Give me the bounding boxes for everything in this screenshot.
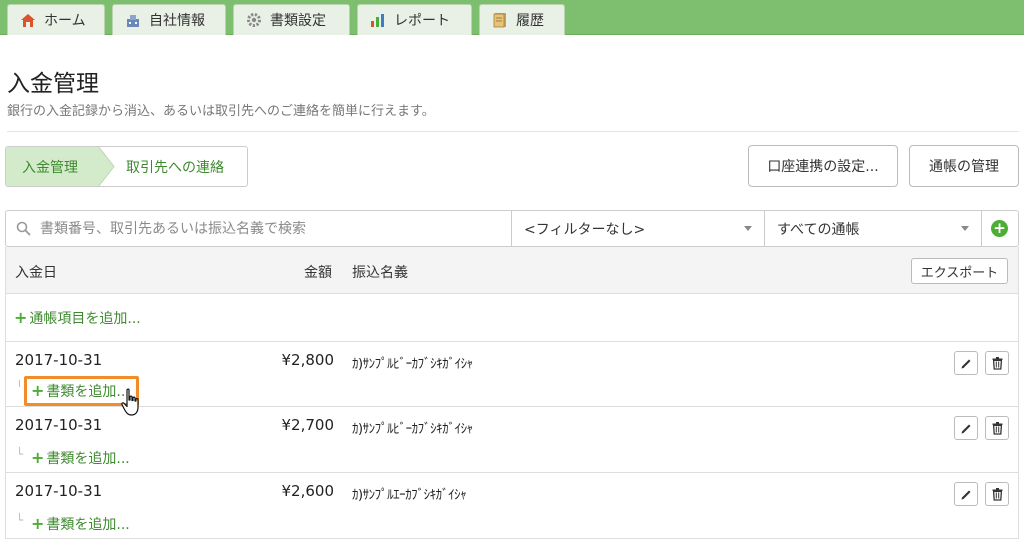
tab-home-label: ホーム [44, 13, 86, 29]
step-arrow-icon [98, 147, 115, 186]
chevron-down-icon [744, 226, 752, 231]
tab-reports[interactable]: レポート [357, 4, 472, 35]
table-header: 入金日 金額 振込名義 エクスポート [5, 247, 1019, 294]
add-entry-row: + 通帳項目を追加... [5, 294, 1019, 342]
step-contact-clients[interactable]: 取引先への連絡 [126, 157, 224, 177]
edit-button[interactable] [954, 416, 978, 440]
passbook-select[interactable]: すべての通帳 [765, 211, 982, 246]
add-document-label: 書類を追加... [46, 451, 130, 467]
tree-connector: └ [16, 513, 24, 527]
trash-icon [992, 422, 1002, 435]
passbook-select-value: すべての通帳 [777, 221, 860, 238]
row-date: 2017-10-31 [15, 416, 103, 434]
add-document-link[interactable]: + 書類を追加... [31, 514, 130, 534]
tab-document-settings[interactable]: 書類設定 [233, 4, 350, 35]
add-passbook-entry-label: 通帳項目を追加... [29, 311, 141, 327]
tab-history[interactable]: 履歴 [479, 4, 565, 35]
gear-icon [246, 12, 262, 28]
column-date: 入金日 [15, 265, 57, 281]
account-link-settings-button[interactable]: 口座連携の設定... [748, 145, 898, 187]
delete-button[interactable] [985, 351, 1009, 375]
table-row: 2017-10-31 ¥2,800 ｶ)ｻﾝﾌﾟﾙﾋﾞｰｶﾌﾞｼｷｶﾞｲｼｬ ╵… [5, 342, 1019, 407]
add-document-link[interactable]: + 書類を追加... [31, 448, 130, 468]
company-icon [125, 12, 141, 28]
tab-company[interactable]: 自社情報 [112, 4, 226, 35]
row-amount: ¥2,800 [281, 351, 335, 369]
edit-button[interactable] [954, 482, 978, 506]
divider [7, 131, 1019, 132]
add-circle-icon[interactable]: + [991, 220, 1008, 237]
table-row: 2017-10-31 ¥2,700 ｶ)ｻﾝﾌﾟﾙﾋﾞｰｶﾌﾞｼｷｶﾞｲｼｬ └… [5, 407, 1019, 473]
row-payer: ｶ)ｻﾝﾌﾟﾙｴｰｶﾌﾞｼｷｶﾞｲｼｬ [352, 488, 467, 503]
export-button[interactable]: エクスポート [911, 258, 1008, 284]
row-amount: ¥2,700 [281, 416, 335, 434]
home-icon [20, 12, 36, 28]
passbook-management-button[interactable]: 通帳の管理 [909, 145, 1019, 187]
step-payment-management[interactable]: 入金管理 [22, 157, 78, 177]
pencil-icon [961, 424, 970, 433]
plus-icon: + [14, 308, 28, 327]
chart-icon [370, 12, 386, 28]
chevron-down-icon [961, 226, 969, 231]
history-icon [492, 12, 508, 28]
table-row: 2017-10-31 ¥2,600 ｶ)ｻﾝﾌﾟﾙｴｰｶﾌﾞｼｷｶﾞｲｼｬ └ … [5, 473, 1019, 539]
filter-bar: <フィルターなし> すべての通帳 + [5, 210, 1019, 247]
trash-icon [992, 488, 1002, 501]
pencil-icon [961, 359, 970, 368]
tab-company-label: 自社情報 [149, 13, 205, 29]
row-date: 2017-10-31 [15, 351, 103, 369]
tab-home[interactable]: ホーム [7, 4, 105, 35]
plus-icon: + [31, 514, 45, 533]
page-subtitle: 銀行の入金記録から消込、あるいは取引先へのご連絡を簡単に行えます。 [7, 104, 435, 119]
tab-history-label: 履歴 [516, 13, 544, 29]
tree-connector: ╵ [16, 380, 24, 394]
hand-cursor-icon [121, 388, 139, 416]
add-document-label: 書類を追加... [46, 517, 130, 533]
plus-icon: + [31, 448, 45, 467]
row-date: 2017-10-31 [15, 482, 103, 500]
step-nav: 入金管理 取引先への連絡 [5, 146, 248, 187]
search-input[interactable] [6, 211, 512, 246]
tab-reports-label: レポート [394, 13, 450, 29]
delete-button[interactable] [985, 416, 1009, 440]
row-amount: ¥2,600 [281, 482, 335, 500]
row-payer: ｶ)ｻﾝﾌﾟﾙﾋﾞｰｶﾌﾞｼｷｶﾞｲｼｬ [352, 422, 473, 437]
add-passbook-entry-link[interactable]: + 通帳項目を追加... [14, 308, 141, 328]
column-amount: 金額 [304, 265, 332, 281]
trash-icon [992, 357, 1002, 370]
tree-connector: └ [16, 447, 24, 461]
page-title: 入金管理 [7, 71, 99, 97]
pencil-icon [961, 490, 970, 499]
delete-button[interactable] [985, 482, 1009, 506]
edit-button[interactable] [954, 351, 978, 375]
filter-select[interactable]: <フィルターなし> [512, 211, 765, 246]
filter-select-value: <フィルターなし> [524, 221, 646, 238]
tab-document-settings-label: 書類設定 [270, 13, 326, 29]
row-payer: ｶ)ｻﾝﾌﾟﾙﾋﾞｰｶﾌﾞｼｷｶﾞｲｼｬ [352, 357, 473, 372]
column-payer: 振込名義 [352, 265, 408, 281]
top-nav-bar: ホーム 自社情報 書類設定 レポート 履歴 [0, 0, 1024, 35]
